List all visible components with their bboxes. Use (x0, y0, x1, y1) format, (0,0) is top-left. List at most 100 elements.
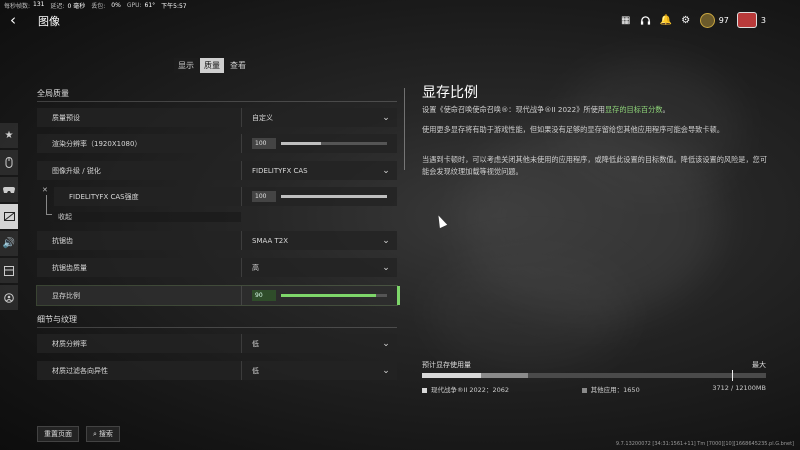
close-icon[interactable]: ✕ (42, 186, 48, 194)
gamepad-icon[interactable] (0, 177, 18, 202)
chevron-down-icon[interactable]: ⌄ (379, 164, 393, 178)
vram-game-label: 现代战争®II 2022：2062 (431, 386, 509, 394)
setting-value: SMAA T2X (252, 236, 289, 245)
vram-other-segment (480, 373, 528, 378)
clock: 下午5:57 (161, 2, 187, 10)
slider-fill (281, 195, 387, 198)
search-button[interactable]: ⌕ 搜索 (86, 426, 120, 442)
interface-icon[interactable] (0, 258, 18, 283)
vram-bar (422, 370, 766, 381)
section-global-quality: 全局质量 (37, 88, 397, 102)
mouse-icon[interactable] (0, 150, 18, 175)
gpu-value: 61° (144, 1, 156, 9)
setting-quality-preset[interactable]: 质量预设 自定义 ⌄ (37, 108, 397, 127)
vram-other-label: 其他应用：1650 (590, 386, 640, 394)
setting-label: 材质过滤各向异性 (52, 366, 108, 375)
tab-quality[interactable]: 质量 (200, 58, 224, 73)
vram-meter: 预计显存使用量 最大 现代战争®II 2022：2062 其他应用：1650 3… (422, 360, 766, 394)
slider-fill (281, 294, 377, 297)
perf-overlay: 每秒帧数: 131 延迟: 0 毫秒 丢包: 0% GPU: 61° 下午5:57 (4, 0, 187, 10)
build-version: 9.7.13200072 [34:31:1561+11] Tm [7000][1… (615, 441, 794, 447)
info-paragraph-3: 当遇到卡顿时，可以考虑关闭其他未使用的应用程序，或降低此设置的目标数值。降低该设… (422, 155, 768, 176)
cod-points[interactable]: 97 (699, 12, 729, 28)
chevron-down-icon[interactable]: ⌄ (379, 337, 393, 351)
party-count: 3 (760, 15, 766, 25)
info-title: 显存比例 (422, 85, 478, 101)
chevron-down-icon[interactable]: ⌄ (379, 111, 393, 125)
notification-bell-icon[interactable]: 🔔 (660, 14, 672, 26)
setting-value: 低 (252, 366, 259, 375)
grid-menu-icon[interactable]: ▦ (620, 14, 632, 26)
setting-vram-scale[interactable]: 显存比例 90 (36, 285, 400, 306)
mouse-cursor-icon (434, 213, 448, 229)
info-divider (404, 88, 405, 170)
search-label: 搜索 (98, 430, 113, 438)
graphics-icon[interactable] (0, 204, 18, 229)
info-paragraph-1: 设置《使命召唤使命召唤®：现代战争®II 2022》所使用显存的目标百分数。 (422, 105, 670, 114)
vram-game-segment (422, 373, 481, 378)
chevron-down-icon[interactable]: ⌄ (379, 261, 393, 275)
party[interactable]: 3 (736, 12, 766, 28)
setting-render-resolution[interactable]: 渲染分辨率（1920X1080） 100 (37, 134, 397, 153)
slider-track[interactable] (281, 142, 387, 145)
setting-texture-filter[interactable]: 材质过滤各向异性 低 ⌄ (37, 361, 397, 380)
cod-points-count: 97 (718, 15, 729, 25)
vram-max-marker (731, 370, 733, 381)
collapse-button[interactable]: 收起 (54, 212, 241, 222)
setting-cas-strength[interactable]: FIDELITYFX CAS强度 100 (54, 187, 397, 206)
slider-fill (281, 142, 322, 145)
tab-display[interactable]: 显示 (174, 58, 198, 73)
speaker-icon[interactable]: 🔊 (0, 231, 18, 256)
setting-label: 质量预设 (52, 113, 80, 122)
setting-upscaling[interactable]: 图像升级 / 锐化 FIDELITYFX CAS ⌄ (37, 161, 397, 180)
setting-value: FIDELITYFX CAS (252, 166, 308, 175)
setting-aa-quality[interactable]: 抗锯齿质量 高 ⌄ (37, 258, 397, 277)
info-highlight: 显存的目标百分数 (604, 105, 663, 114)
setting-label: 渲染分辨率（1920X1080） (52, 139, 142, 148)
avatar (736, 12, 757, 28)
section-detail-texture: 细节与纹理 (37, 314, 397, 328)
fps-label: 每秒帧数: (4, 2, 31, 10)
setting-value: 高 (252, 263, 259, 272)
setting-value: 低 (252, 339, 259, 348)
search-icon: ⌕ (93, 429, 97, 438)
account-network-icon[interactable] (0, 285, 18, 310)
top-bar-icons: ▦ 🔔 ⚙ 97 3 (620, 12, 766, 28)
setting-label: FIDELITYFX CAS强度 (69, 192, 139, 201)
slider-track[interactable] (281, 294, 387, 297)
loss-label: 丢包: (91, 2, 106, 10)
tab-view[interactable]: 查看 (226, 58, 250, 73)
cpu-value: 0% (111, 1, 121, 9)
page-title: 图像 (38, 15, 60, 28)
reset-label: 重置页面 (44, 430, 72, 438)
setting-label: 图像升级 / 锐化 (52, 166, 101, 175)
fps-value: 131 (33, 0, 45, 8)
latency-label: 延迟: (50, 2, 65, 10)
headset-icon[interactable] (640, 14, 652, 26)
slider-track[interactable] (281, 195, 387, 198)
setting-texture-resolution[interactable]: 材质分辨率 低 ⌄ (37, 334, 397, 353)
gpu-label: GPU: (126, 1, 142, 9)
back-arrow-icon[interactable]: ‹ (10, 12, 24, 28)
setting-label: 材质分辨率 (52, 339, 87, 348)
star-icon[interactable]: ★ (0, 123, 18, 148)
setting-label: 抗锯齿质量 (52, 263, 87, 272)
legend-game-swatch (422, 387, 427, 393)
reset-page-button[interactable]: 重置页面 (37, 426, 79, 442)
chevron-down-icon[interactable]: ⌄ (379, 364, 393, 378)
selection-indicator (397, 286, 400, 305)
vram-total: 3712 / 12100MB (712, 384, 766, 392)
setting-number[interactable]: 100 (252, 191, 276, 202)
setting-anti-aliasing[interactable]: 抗锯齿 SMAA T2X ⌄ (37, 231, 397, 250)
sub-setting-bracket (46, 195, 52, 215)
settings-sidebar: ★ 🔊 (0, 123, 18, 312)
legend-other-swatch (581, 387, 587, 393)
setting-label: 显存比例 (52, 291, 80, 300)
setting-number[interactable]: 90 (252, 290, 276, 301)
setting-number[interactable]: 100 (252, 138, 276, 149)
settings-gear-icon[interactable]: ⚙ (680, 14, 692, 26)
settings-tabs: 显示 质量 查看 (174, 58, 250, 73)
chevron-down-icon[interactable]: ⌄ (379, 234, 393, 248)
setting-value: 自定义 (252, 113, 273, 122)
cod-points-icon (699, 12, 715, 28)
